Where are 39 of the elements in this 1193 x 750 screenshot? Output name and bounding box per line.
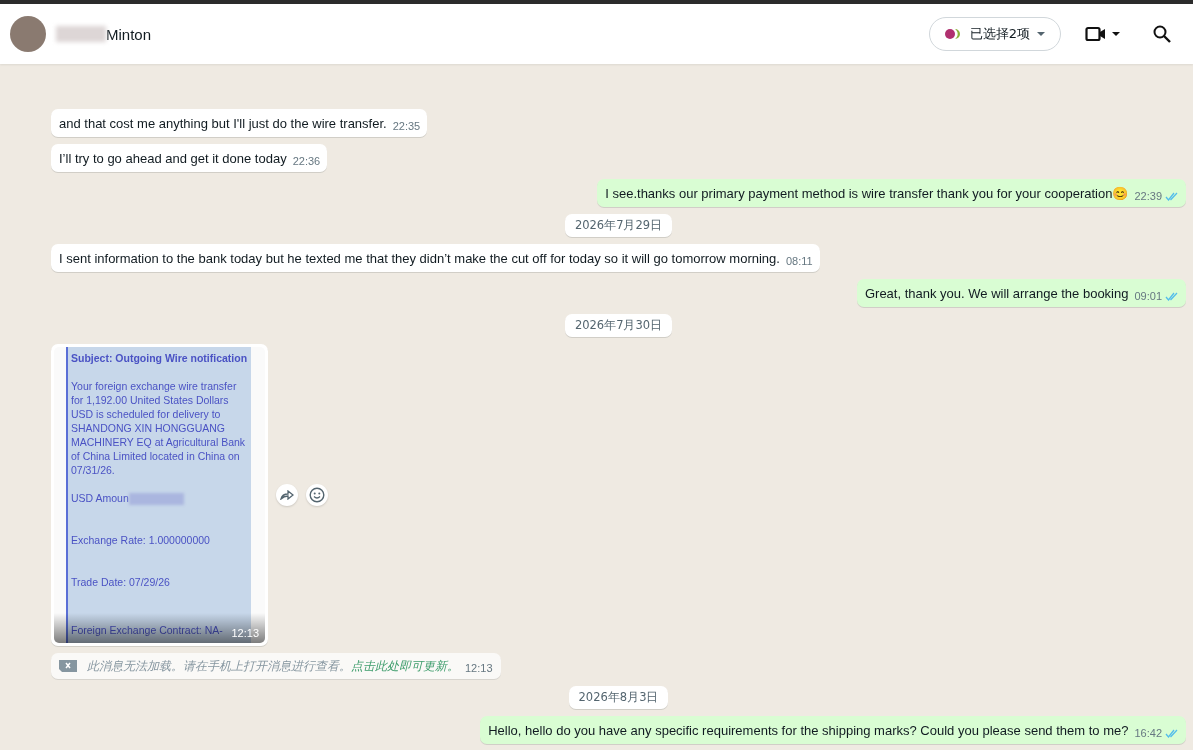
trade-date: Trade Date: 07/29/26 <box>71 575 171 590</box>
message-text: I sent information to the bank today but he texted me that they didn’t make the cut off for today so it will go tomorrow morning. <box>59 250 780 268</box>
message-text: Great, thank you. We will arrange the booking <box>864 285 1129 303</box>
contact-name[interactable]: Minton <box>106 25 152 43</box>
forward-button[interactable] <box>276 484 298 506</box>
video-camera-icon <box>1085 26 1107 42</box>
caret-icon <box>1036 31 1046 37</box>
search-icon[interactable] <box>1153 25 1171 43</box>
message-text: I’ll try to go ahead and get it done today <box>59 150 287 168</box>
message-time: 12:13 <box>231 627 259 639</box>
message-text: I see.thanks our primary payment method is wire transfer thank you for your cooperation😊 <box>605 185 1129 203</box>
notice-text: 此消息无法加载。请在手机上打开消息进行查看。点击此处即可更新。 <box>87 658 459 675</box>
date-chip: 2026年7月30日 <box>564 314 673 337</box>
message-time: 22:35 <box>392 119 421 133</box>
image-message[interactable] <box>51 344 268 646</box>
message-time: 16:42 <box>1134 726 1162 740</box>
email-subject: Subject: Outgoing Wire notification <box>71 351 249 365</box>
message-time: 22:39 <box>1134 189 1162 203</box>
message-time: 08:11 <box>785 254 813 268</box>
message-time: 22:36 <box>292 154 321 168</box>
redacted-name <box>56 26 106 42</box>
email-body: Your foreign exchange wire transfer for 1,192.00 United States Dollars USD is scheduled for delivery to SHANDONG XIN HONGGUANG MACHINERY EQ at Agricultural Bank of China Limited located in China on 07/31/26. <box>71 379 247 477</box>
smiley-icon <box>309 487 325 503</box>
label-selector[interactable]: 已选择2项 <box>928 17 1061 51</box>
forward-icon <box>280 490 294 500</box>
message-time: 09:01 <box>1134 289 1162 303</box>
caret-icon <box>1111 31 1121 37</box>
message-text: and that cost me anything but I'll just do the wire transfer. <box>59 115 387 133</box>
blocked-message-icon <box>59 660 77 672</box>
contract-label: Foreign Exchange Contract: NA- <box>71 623 223 637</box>
contact-avatar[interactable] <box>10 16 46 52</box>
date-chip: 2026年8月3日 <box>568 686 669 709</box>
amount-label: USD Amoun <box>71 492 129 504</box>
exchange-rate: Exchange Rate: 1.000000000 <box>71 533 211 548</box>
message-time: 12:13 <box>465 661 493 675</box>
message-text: Hello, hello do you have any specific requirements for the shipping marks? Could you please send them to me? <box>488 722 1129 740</box>
redaction-blur <box>128 493 184 506</box>
emoji-reaction-button[interactable] <box>306 484 328 506</box>
date-chip: 2026年7月29日 <box>564 214 673 237</box>
